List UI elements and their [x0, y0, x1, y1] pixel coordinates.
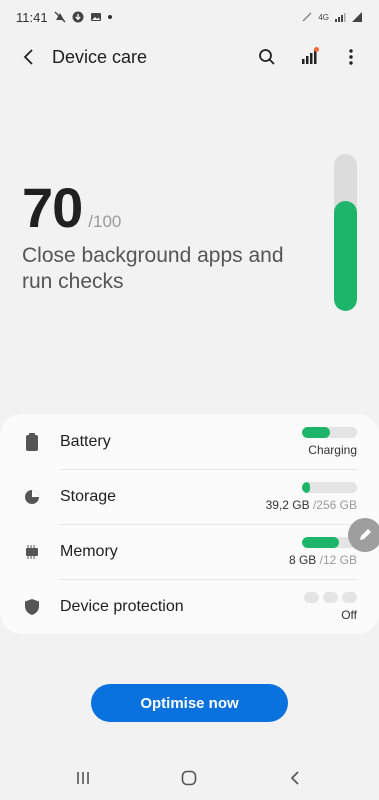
notification-badge: [314, 47, 319, 52]
app-header: Device care: [0, 36, 379, 78]
storage-bar: [302, 481, 357, 493]
notification-off-icon: [54, 11, 66, 23]
memory-used: 8 GB: [288, 552, 317, 567]
back-button[interactable]: [14, 42, 44, 72]
signal-icon: [334, 11, 346, 23]
memory-chip-icon: [23, 543, 41, 561]
search-button[interactable]: [253, 43, 281, 71]
chevron-left-icon: [23, 49, 33, 65]
score-gauge-fill: [334, 201, 357, 311]
device-protection-status-text: Off: [341, 607, 357, 622]
storage-bar-fill: [302, 481, 311, 493]
pen-icon: [301, 11, 313, 23]
protection-indicator: [304, 591, 357, 603]
nav-back-button[interactable]: [283, 766, 307, 790]
image-icon: [90, 11, 102, 23]
nav-back-icon: [290, 771, 299, 785]
storage-pie-icon: [23, 488, 41, 506]
optimise-now-button[interactable]: Optimise now: [91, 684, 288, 722]
recent-apps-button[interactable]: [71, 766, 95, 790]
battery-icon: [23, 432, 41, 451]
status-time: 11:41: [16, 9, 48, 25]
score-max: /100: [88, 212, 122, 231]
memory-usage: 8 GB /12 GB: [289, 553, 357, 567]
header-actions: [253, 43, 365, 71]
more-vert-icon: [349, 49, 353, 65]
home-icon: [181, 770, 197, 786]
page-title: Device care: [52, 46, 148, 67]
memory-bar-fill: [302, 536, 339, 548]
storage-total: /256 GB: [312, 497, 357, 512]
score-gauge: [334, 154, 357, 311]
device-protection-row[interactable]: Device protection Off: [0, 579, 379, 634]
memory-total: /12 GB: [319, 552, 357, 567]
home-button[interactable]: [177, 766, 201, 790]
status-left: 11:41: [16, 10, 112, 25]
score-message: Close background apps and run checks: [22, 244, 284, 293]
pencil-icon: [360, 529, 371, 540]
device-care-card: Battery Charging Storage 39,2 GB /256 GB…: [0, 414, 379, 634]
storage-status: 39,2 GB /256 GB: [266, 481, 357, 512]
battery-row[interactable]: Battery Charging: [0, 414, 379, 469]
memory-row[interactable]: Memory 8 GB /12 GB: [0, 524, 379, 579]
storage-usage: 39,2 GB /256 GB: [266, 498, 357, 512]
edge-panel-handle[interactable]: [348, 518, 379, 552]
more-notifications-dot: [107, 15, 112, 19]
status-right: 4G: [301, 11, 363, 23]
storage-label: Storage: [60, 487, 117, 505]
memory-label: Memory: [60, 542, 118, 560]
more-options-button[interactable]: [337, 43, 365, 71]
battery-status-text: Charging: [308, 442, 357, 457]
battery-bar: [302, 426, 357, 438]
status-bar: 11:41 4G: [0, 0, 379, 34]
device-protection-status: Off: [304, 591, 357, 622]
storage-row[interactable]: Storage 39,2 GB /256 GB: [0, 469, 379, 524]
score-value: 70: [22, 176, 83, 239]
memory-status: 8 GB /12 GB: [289, 536, 357, 567]
storage-used: 39,2 GB: [265, 497, 310, 512]
navigation-bar: [0, 756, 379, 800]
battery-charging-icon: [351, 11, 363, 23]
battery-status: Charging: [302, 426, 357, 457]
battery-label: Battery: [60, 432, 111, 450]
network-type-label: 4G: [318, 12, 329, 22]
device-protection-label: Device protection: [60, 597, 184, 615]
download-icon: [72, 11, 84, 23]
score-display: 70 /100: [22, 180, 121, 236]
battery-bar-fill: [302, 426, 330, 438]
diagnostics-button[interactable]: [295, 43, 323, 71]
search-icon: [259, 49, 275, 65]
shield-icon: [23, 598, 41, 616]
recent-apps-icon: [77, 772, 89, 784]
